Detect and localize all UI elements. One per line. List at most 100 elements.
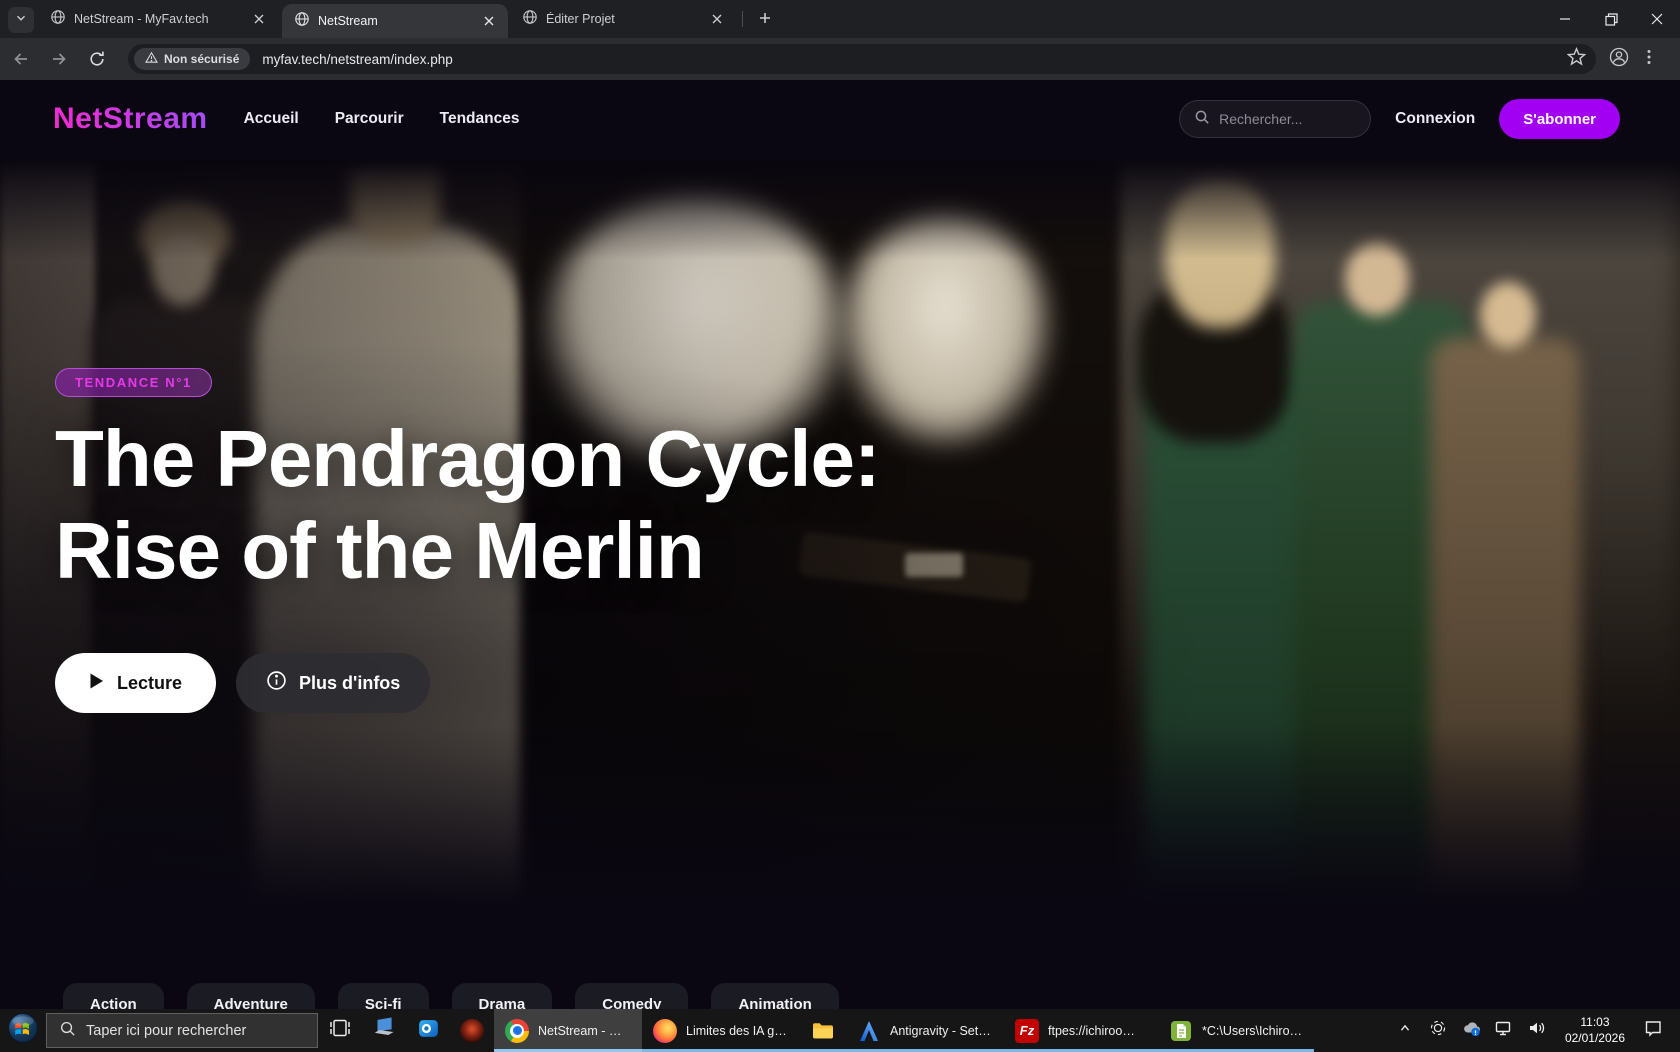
taskbar-search[interactable] [46,1013,318,1048]
clock-date: 02/01/2026 [1565,1031,1625,1047]
taskbar-app-firefox[interactable]: Limites des IA géné... [642,1009,800,1052]
login-link[interactable]: Connexion [1395,110,1475,128]
system-tray: 11:03 02/01/2026 [1392,1009,1680,1052]
browser-tabstrip: NetStream - MyFav.tech NetStream Éditer … [0,0,1680,38]
tab-netstream-myfav[interactable]: NetStream - MyFav.tech [38,0,278,38]
firefox-icon [653,1019,677,1043]
hero-title: The Pendragon Cycle: Rise of the Merlin [55,413,880,597]
onedrive-cloud-icon [1460,1017,1482,1044]
more-info-button[interactable]: Plus d'infos [236,653,430,713]
taskbar-app-label: *C:\Users\Ichiroo\... [1202,1024,1303,1038]
tab-title: NetStream [318,14,472,28]
taskbar-app-label: ftpes://ichiroo@m... [1048,1024,1147,1038]
plus-icon [758,11,772,30]
chevron-up-icon [1397,1020,1413,1041]
windows-logo-icon [7,1012,39,1049]
pc-icon [371,1015,397,1046]
browser-toolbar: Non sécurisé myfav.tech/netstream/index.… [0,38,1680,80]
window-restore-button[interactable] [1588,0,1634,38]
taskbar-search-input[interactable] [86,1023,296,1039]
netstream-page: NetStream Accueil Parcourir Tendances Co… [0,80,1680,1052]
play-button-label: Lecture [117,673,182,694]
reload-button[interactable] [80,42,114,76]
antigravity-icon [857,1019,881,1043]
volume-icon [1527,1018,1547,1043]
trending-badge: TENDANCE N°1 [55,368,212,397]
screen: NetStream - MyFav.tech NetStream Éditer … [0,0,1680,1052]
window-minimize-button[interactable] [1542,0,1588,38]
tray-meet-now-button[interactable] [1425,1009,1451,1052]
tab-editer-projet[interactable]: Éditer Projet [510,0,736,38]
nav-link-parcourir[interactable]: Parcourir [335,110,404,128]
security-badge[interactable]: Non sécurisé [134,48,250,70]
red-app-icon [460,1019,484,1043]
profile-icon[interactable] [1608,46,1630,73]
back-button[interactable] [4,42,38,76]
url-text: myfav.tech/netstream/index.php [262,52,1567,67]
task-view-button[interactable] [318,1009,362,1052]
forward-button[interactable] [42,42,76,76]
taskbar-app-label: Antigravity - Settings [890,1024,993,1038]
window-controls [1542,0,1680,38]
meet-now-icon [1429,1019,1447,1042]
network-display-icon [1494,1018,1514,1043]
outlook-icon [416,1016,441,1046]
address-bar[interactable]: Non sécurisé myfav.tech/netstream/index.… [128,44,1596,74]
clock-time: 11:03 [1580,1015,1609,1031]
search-icon [1194,109,1210,130]
site-search[interactable] [1179,100,1371,138]
tab-search-button[interactable] [8,7,34,33]
start-button[interactable] [0,1009,46,1052]
info-icon [266,670,287,696]
header-right: Connexion S'abonner [1179,99,1620,139]
new-tab-button[interactable] [752,7,778,33]
taskbar-app-chrome[interactable]: NetStream - Googl... [494,1009,642,1052]
globe-favicon-icon [294,11,310,32]
taskbar-app-filezilla[interactable]: Fz ftpes://ichiroo@m... [1004,1009,1158,1052]
warning-icon [145,51,158,67]
pinned-app-button[interactable] [450,1009,494,1052]
taskbar-app-antigravity[interactable]: Antigravity - Settings [846,1009,1004,1052]
chevron-down-icon [14,11,28,30]
pinned-outlook-button[interactable] [406,1009,450,1052]
tray-onedrive-button[interactable] [1458,1009,1484,1052]
notification-center-button[interactable] [1640,1009,1666,1052]
tab-close-icon[interactable] [480,12,498,30]
pinned-pc-app-button[interactable] [362,1009,406,1052]
tray-expand-button[interactable] [1392,1009,1418,1052]
task-view-icon [328,1016,352,1045]
hero-title-line2: Rise of the Merlin [55,505,880,597]
site-logo[interactable]: NetStream [53,102,208,136]
taskbar-app-label: Limites des IA géné... [686,1024,789,1038]
tray-volume-button[interactable] [1524,1009,1550,1052]
window-close-button[interactable] [1634,0,1680,38]
chrome-icon [505,1019,529,1043]
site-search-input[interactable] [1219,111,1339,127]
filezilla-icon: Fz [1015,1019,1039,1043]
taskbar-app-label: NetStream - Googl... [538,1024,631,1038]
subscribe-button[interactable]: S'abonner [1499,99,1620,139]
browser-menu-icon[interactable] [1640,48,1658,71]
site-header: NetStream Accueil Parcourir Tendances Co… [0,80,1680,158]
tab-title: NetStream - MyFav.tech [74,12,242,26]
tray-network-button[interactable] [1491,1009,1517,1052]
toolbar-right [1608,46,1672,73]
bookmark-star-icon[interactable] [1567,47,1586,71]
play-icon [89,673,104,694]
hero-content: TENDANCE N°1 The Pendragon Cycle: Rise o… [55,368,880,713]
hero-title-line1: The Pendragon Cycle: [55,413,880,505]
nav-link-accueil[interactable]: Accueil [244,110,299,128]
taskbar-app-explorer[interactable] [800,1009,846,1052]
play-button[interactable]: Lecture [55,653,216,713]
tab-netstream-active[interactable]: NetStream [282,4,508,38]
site-nav: Accueil Parcourir Tendances [244,110,520,128]
tab-close-icon[interactable] [250,10,268,28]
notification-icon [1643,1018,1663,1043]
tab-close-icon[interactable] [708,10,726,28]
tab-title: Éditer Projet [546,12,700,26]
hero-buttons: Lecture Plus d'infos [55,653,880,713]
nav-link-tendances[interactable]: Tendances [440,110,520,128]
taskbar-clock[interactable]: 11:03 02/01/2026 [1557,1015,1633,1046]
taskbar-app-notepadpp[interactable]: *C:\Users\Ichiroo\... [1158,1009,1314,1052]
more-info-button-label: Plus d'infos [299,673,400,694]
